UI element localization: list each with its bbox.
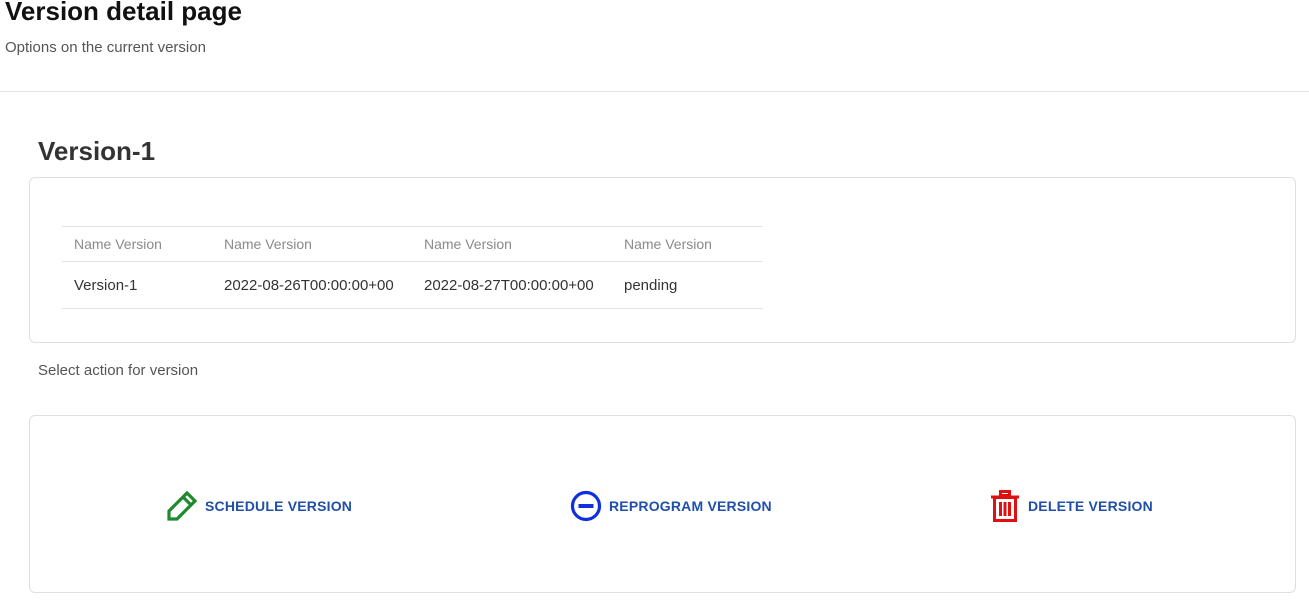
reprogram-version-button[interactable]: REPROGRAM VERSION [569,488,772,524]
delete-version-label: DELETE VERSION [1028,498,1153,514]
table-cell: 2022-08-27T00:00:00+00 [412,261,612,309]
column-header: Name Version [612,226,763,262]
schedule-version-button[interactable]: SCHEDULE VERSION [165,488,352,524]
page-header: Version detail page Options on the curre… [0,0,1309,92]
version-heading: Version-1 [38,136,156,166]
table-cell: Version-1 [62,261,212,309]
table-header-row: Name Version Name Version Name Version N… [62,226,763,262]
reprogram-version-label: REPROGRAM VERSION [609,498,772,514]
column-header: Name Version [212,226,412,262]
table-cell: pending [612,261,763,309]
version-table: Name Version Name Version Name Version N… [62,226,763,309]
page-subtitle: Options on the current version [5,39,206,56]
table-cell: 2022-08-26T00:00:00+00 [212,261,412,309]
delete-version-button[interactable]: DELETE VERSION [988,488,1153,524]
table-row: Version-1 2022-08-26T00:00:00+00 2022-08… [62,261,763,309]
pencil-icon [165,489,199,523]
actions-card: SCHEDULE VERSION REPROGRAM VERSION DELET… [29,415,1296,593]
version-details-card: Name Version Name Version Name Version N… [29,177,1296,343]
schedule-version-label: SCHEDULE VERSION [205,498,353,514]
column-header: Name Version [412,226,612,262]
select-action-label: Select action for version [38,362,199,379]
page-title: Version detail page [5,0,242,26]
column-header: Name Version [62,226,212,262]
trash-icon [988,489,1022,523]
minus-circle-icon [569,489,603,523]
